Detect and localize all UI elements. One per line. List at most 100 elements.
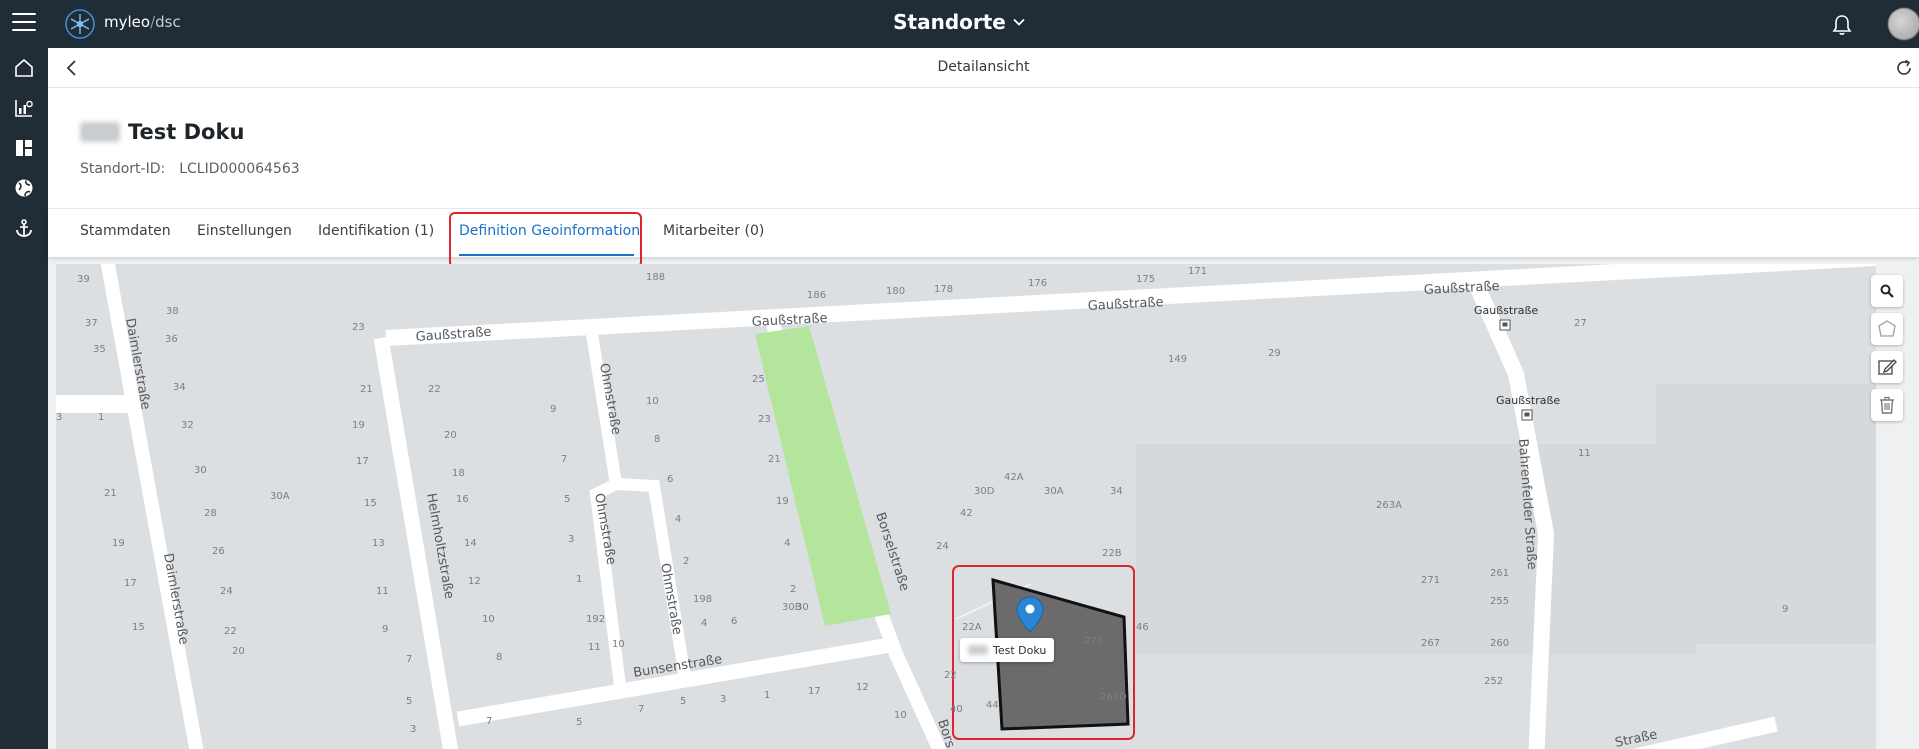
- house-number: 35: [93, 344, 106, 355]
- house-number: 23: [758, 414, 771, 425]
- house-number: 1: [98, 412, 104, 423]
- house-number: 1: [576, 574, 582, 585]
- house-number: 18: [452, 468, 465, 479]
- chart-icon: [15, 100, 33, 117]
- house-number: 4: [784, 538, 790, 549]
- house-number: 12: [856, 682, 869, 693]
- active-tab-underline: [459, 254, 634, 256]
- nav-analytics[interactable]: [8, 92, 40, 124]
- house-number: 8: [654, 434, 660, 445]
- map-view[interactable]: Gaußstraße Gaußstraße Gaußstraße Gaußstr…: [56, 264, 1876, 749]
- marker-label-text: Test Doku: [993, 643, 1047, 657]
- house-number: 40: [950, 704, 963, 715]
- tab-einstellungen[interactable]: Einstellungen: [197, 223, 292, 239]
- side-nav: [0, 48, 48, 749]
- location-id-label: Standort-ID:: [80, 161, 166, 177]
- house-number: 19: [776, 496, 789, 507]
- top-bar: myleo/dsc Standorte: [0, 0, 1919, 48]
- house-number: 17: [124, 578, 137, 589]
- house-number: 9: [1782, 604, 1788, 615]
- house-number: 22: [944, 670, 957, 681]
- house-number: 36: [165, 334, 178, 345]
- house-number: 7: [561, 454, 567, 465]
- house-number: 10: [482, 614, 495, 625]
- search-icon: [1880, 284, 1894, 298]
- house-number: 3: [720, 694, 726, 705]
- sub-header: Detailansicht: [48, 48, 1919, 88]
- house-number: 42: [960, 508, 973, 519]
- brand-name: myleo/dsc: [104, 13, 181, 31]
- house-number: 3: [410, 724, 416, 735]
- house-number: 34: [1110, 486, 1123, 497]
- house-number: 267: [1421, 638, 1440, 649]
- house-number: 14: [464, 538, 477, 549]
- tab-identifikation[interactable]: Identifikation (1): [318, 223, 434, 239]
- edit-icon: [1878, 359, 1897, 375]
- anchor-icon: [16, 219, 32, 237]
- house-number: 17: [808, 686, 821, 697]
- tab-stammdaten[interactable]: Stammdaten: [80, 223, 171, 239]
- house-number: 5: [680, 696, 686, 707]
- refresh-icon[interactable]: [1894, 58, 1914, 78]
- house-number: 32: [181, 420, 194, 431]
- house-number: 9: [550, 404, 556, 415]
- house-number: 7: [486, 716, 492, 727]
- house-number: 16: [456, 494, 469, 505]
- bus-stop-icon: [1499, 319, 1511, 331]
- house-number: 261: [1490, 568, 1509, 579]
- map-search-button[interactable]: [1871, 275, 1903, 307]
- menu-icon[interactable]: [12, 13, 36, 33]
- house-number: 186: [807, 290, 826, 301]
- home-icon: [15, 58, 33, 77]
- house-number: 23: [352, 322, 365, 333]
- house-number: 30: [796, 602, 809, 613]
- house-number: 19: [352, 420, 365, 431]
- house-number: 2: [790, 584, 796, 595]
- nav-anchor[interactable]: [8, 212, 40, 244]
- house-number: 9: [382, 624, 388, 635]
- house-number: 4: [701, 618, 707, 629]
- house-number: 42A: [1004, 472, 1024, 483]
- house-number: 22A: [962, 622, 982, 633]
- house-number: 26: [212, 546, 225, 557]
- avatar[interactable]: [1888, 8, 1919, 40]
- bell-icon[interactable]: [1830, 13, 1854, 37]
- house-number: 13: [372, 538, 385, 549]
- polygon-icon: [1878, 320, 1896, 337]
- nav-dashboard[interactable]: [8, 132, 40, 164]
- brand-logo-icon: [65, 9, 95, 39]
- house-number: 5: [576, 717, 582, 728]
- nav-home[interactable]: [8, 52, 40, 84]
- house-number: 188: [646, 272, 665, 283]
- map-delete-button[interactable]: [1871, 389, 1903, 421]
- map-draw-polygon-button[interactable]: [1871, 313, 1903, 345]
- redacted-prefix: [968, 645, 988, 655]
- house-number: 38: [166, 306, 179, 317]
- house-number: 30: [194, 465, 207, 476]
- house-number: 10: [612, 639, 625, 650]
- house-number: 30A: [270, 491, 290, 502]
- house-number: 149: [1168, 354, 1187, 365]
- tab-mitarbeiter[interactable]: Mitarbeiter (0): [663, 223, 764, 239]
- house-number: 24: [220, 586, 233, 597]
- nav-globe[interactable]: [8, 172, 40, 204]
- house-number: 6: [731, 616, 737, 627]
- house-number: 180: [886, 286, 905, 297]
- tab-bar: Stammdaten Einstellungen Identifikation …: [48, 208, 1919, 257]
- map-edit-button[interactable]: [1871, 351, 1903, 383]
- house-number: 7: [638, 704, 644, 715]
- house-number: 30D: [974, 486, 995, 497]
- house-number: 175: [1136, 274, 1155, 285]
- house-number: 11: [376, 586, 389, 597]
- house-number: 1: [764, 690, 770, 701]
- park-area: [755, 326, 891, 626]
- tab-definition-geoinformation[interactable]: Definition Geoinformation: [459, 223, 640, 239]
- house-number: 2: [683, 556, 689, 567]
- house-number: 255: [1490, 596, 1509, 607]
- map-canvas: Gaußstraße Gaußstraße Gaußstraße Gaußstr…: [56, 264, 1876, 749]
- house-number: 21: [360, 384, 373, 395]
- house-number: 3: [568, 534, 574, 545]
- street-label-gauss: Gaußstraße: [751, 311, 828, 330]
- house-number: 192: [586, 614, 605, 625]
- page-switcher[interactable]: Standorte: [893, 10, 1026, 34]
